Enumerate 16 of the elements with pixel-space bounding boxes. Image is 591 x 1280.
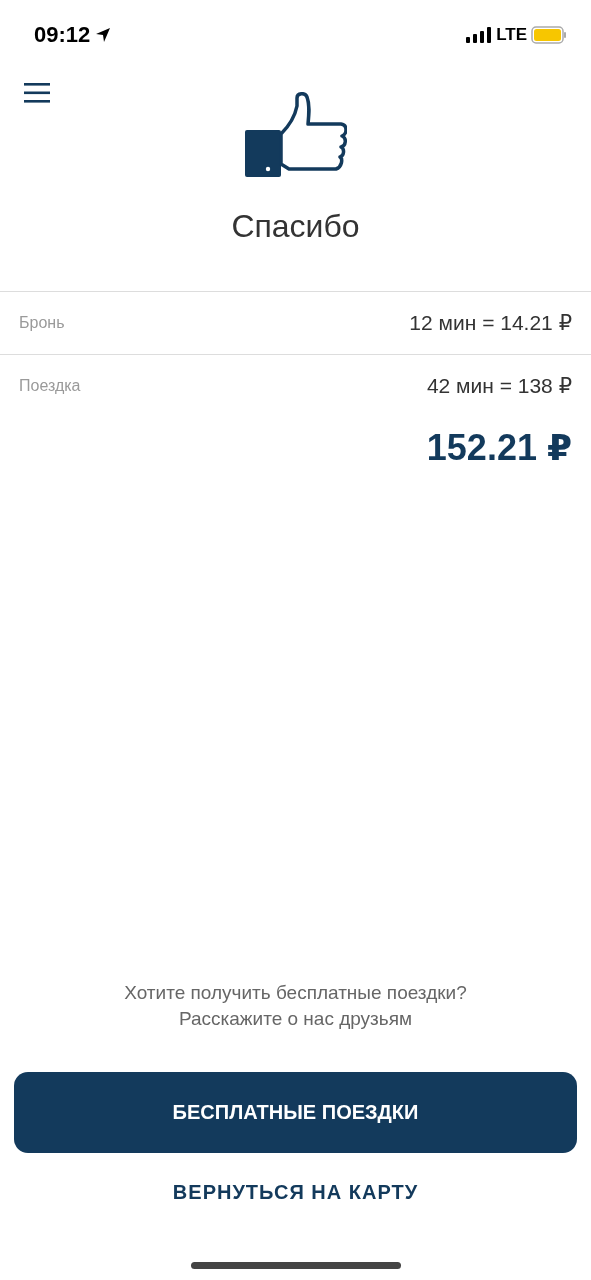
battery-icon — [531, 26, 567, 44]
network-label: LTE — [496, 25, 527, 45]
promo-text: Хотите получить бесплатные поездки? Расскажите о нас друзьям — [123, 981, 468, 1031]
row-label: Поездка — [19, 377, 81, 395]
menu-icon — [24, 82, 52, 104]
free-rides-button[interactable]: БЕСПЛАТНЫЕ ПОЕЗДКИ — [14, 1072, 577, 1153]
row-value: 42 мин = 138 ₽ — [426, 374, 572, 398]
row-label: Бронь — [19, 314, 65, 332]
thumbs-up-icon — [244, 92, 347, 178]
row-value: 12 мин = 14.21 ₽ — [409, 311, 572, 335]
status-time: 09:12 — [34, 22, 91, 48]
location-arrow-icon — [95, 27, 112, 43]
back-to-map-button[interactable]: ВЕРНУТЬСЯ НА КАРТУ — [164, 1173, 427, 1212]
signal-icon — [466, 27, 493, 43]
thank-you-title: Спасибо — [231, 208, 360, 245]
total-amount: 152.21 ₽ — [426, 427, 572, 469]
